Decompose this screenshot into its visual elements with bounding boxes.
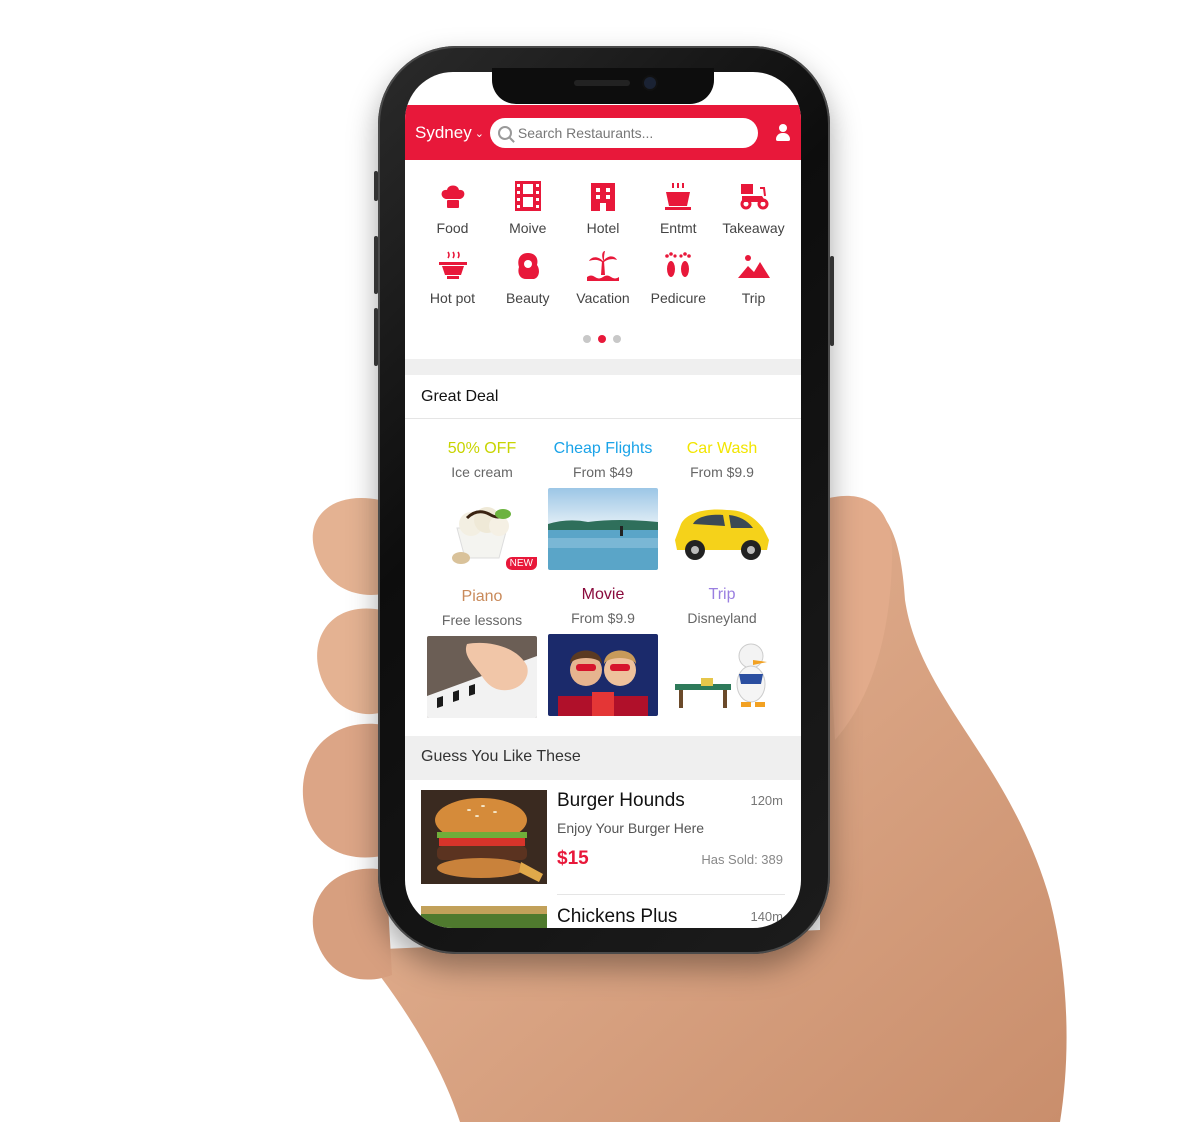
- category-beauty[interactable]: Beauty: [490, 250, 565, 306]
- beauty-icon: [512, 250, 544, 282]
- category-trip[interactable]: Trip: [716, 250, 791, 306]
- search-placeholder: Search Restaurants...: [517, 124, 654, 141]
- app-header: Sydney ⌄ Search Restaurants...: [405, 105, 801, 160]
- chef-hat-icon: [437, 180, 469, 212]
- new-badge: NEW: [505, 557, 537, 570]
- mountain-icon: [737, 250, 770, 282]
- film-icon: [512, 180, 544, 212]
- user-icon[interactable]: [775, 123, 791, 142]
- speaker-grille: [574, 80, 630, 86]
- cup-icon: [662, 180, 694, 212]
- list-item[interactable]: Burger Hounds 120m Enjoy Your Burger Her…: [421, 790, 785, 886]
- category-entmt[interactable]: Entmt: [641, 180, 716, 236]
- scooter-icon: [738, 180, 770, 212]
- category-grid: Food Moive Hotel Entmt Takeaway Hot pot …: [415, 180, 791, 320]
- burger-image: [421, 790, 547, 884]
- great-deal-title: Great Deal: [421, 388, 499, 405]
- page-indicator: [583, 335, 621, 343]
- deal-movie[interactable]: Movie From $9.9: [544, 586, 662, 716]
- sold-count: Has Sold: 389: [701, 852, 783, 867]
- category-pedicure[interactable]: Pedicure: [641, 250, 716, 306]
- city-selector[interactable]: Sydney ⌄: [415, 123, 484, 143]
- guess-title: Guess You Like These: [421, 748, 581, 765]
- restaurant-name: Chickens Plus: [557, 906, 678, 927]
- deal-trip[interactable]: Trip Disneyland: [663, 586, 781, 716]
- front-camera: [644, 77, 656, 89]
- beach-image: [548, 488, 658, 570]
- price: $15: [557, 848, 589, 869]
- category-takeaway[interactable]: Takeaway: [716, 180, 791, 236]
- distance: 140m: [750, 909, 783, 924]
- cinema-image: [548, 634, 658, 716]
- palm-tree-icon: [587, 250, 619, 282]
- deal-car-wash[interactable]: Car Wash From $9.9: [663, 440, 781, 570]
- search-input[interactable]: Search Restaurants...: [489, 117, 758, 148]
- piano-image: [427, 636, 537, 718]
- page-dot-1[interactable]: [583, 335, 591, 343]
- divider: [405, 418, 801, 419]
- disneyland-image: [667, 634, 777, 716]
- category-hot-pot[interactable]: Hot pot: [415, 250, 490, 306]
- hot-pot-icon: [437, 250, 469, 282]
- chicken-image: [421, 906, 547, 928]
- category-food[interactable]: Food: [415, 180, 490, 236]
- hotel-icon: [587, 180, 619, 212]
- category-vacation[interactable]: Vacation: [566, 250, 641, 306]
- restaurant-name: Burger Hounds: [557, 790, 685, 811]
- ice-cream-image: NEW: [427, 488, 537, 570]
- distance: 120m: [750, 793, 783, 808]
- deal-cheap-flights[interactable]: Cheap Flights From $49: [544, 440, 662, 570]
- category-movie[interactable]: Moive: [490, 180, 565, 236]
- page-dot-3[interactable]: [613, 335, 621, 343]
- deal-ice-cream[interactable]: 50% OFF Ice cream NEW: [423, 440, 541, 570]
- divider: [557, 894, 785, 895]
- search-icon: [497, 125, 512, 140]
- chevron-down-icon: ⌄: [474, 128, 484, 140]
- city-label: Sydney: [415, 122, 472, 142]
- section-separator: [405, 359, 801, 375]
- app-screen: Sydney ⌄ Search Restaurants... Food Moiv…: [405, 72, 801, 928]
- restaurant-desc: Enjoy Your Burger Here: [557, 820, 705, 836]
- list-item[interactable]: Chickens Plus 140m: [421, 906, 785, 928]
- car-image: [667, 488, 777, 570]
- category-hotel[interactable]: Hotel: [566, 180, 641, 236]
- page-dot-2[interactable]: [598, 335, 606, 343]
- footprints-icon: [662, 250, 694, 282]
- phone-notch: [492, 68, 714, 104]
- deal-piano[interactable]: Piano Free lessons: [423, 588, 541, 718]
